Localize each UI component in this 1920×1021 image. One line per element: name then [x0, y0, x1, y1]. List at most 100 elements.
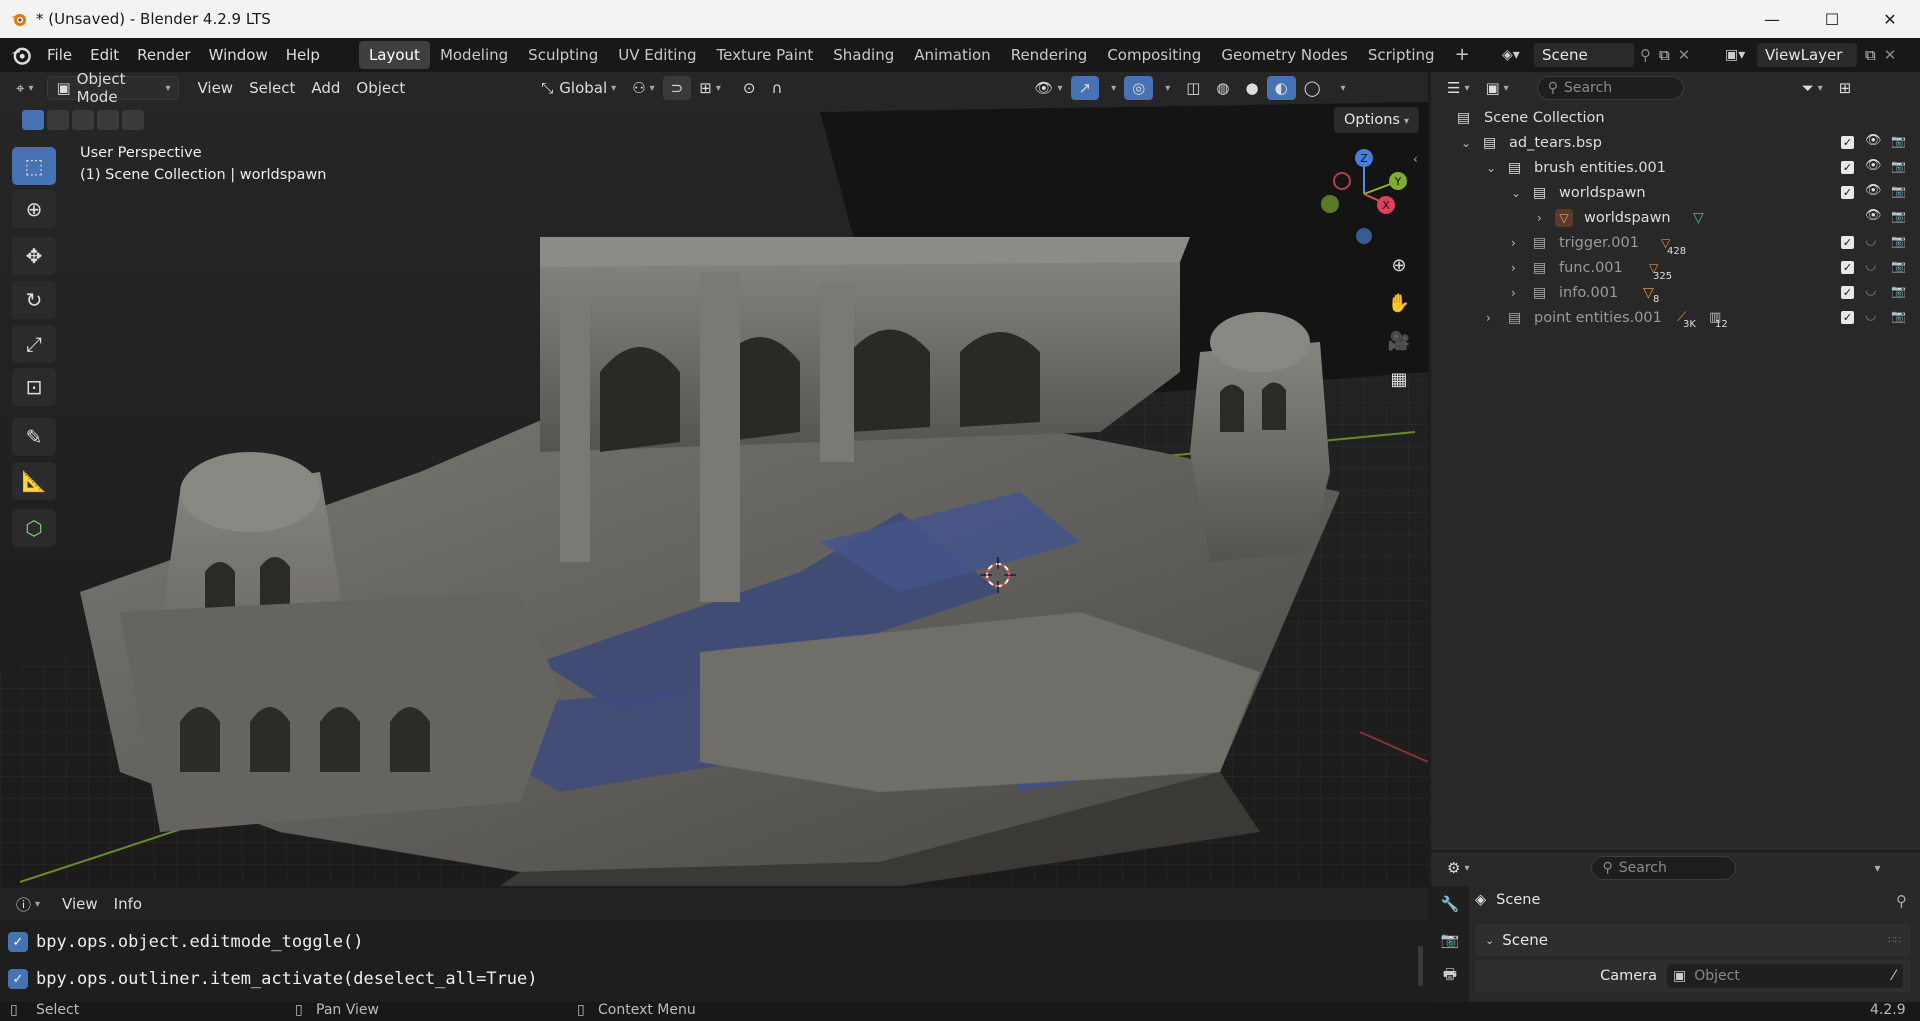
expand-chevron-icon[interactable]: › [1486, 311, 1491, 325]
maximize-button[interactable]: ☐ [1803, 0, 1861, 38]
tab-layout[interactable]: Layout [358, 41, 430, 69]
tab-modeling[interactable]: Modeling [430, 41, 518, 69]
outliner-row[interactable]: ⌄ ▤ brush entities.001 ✓ 👁 📷 [1431, 155, 1920, 180]
annotate-tool-icon[interactable]: ✎ [12, 418, 56, 456]
menu-edit[interactable]: Edit [81, 38, 128, 72]
select-invert-icon[interactable] [97, 110, 119, 130]
add-cube-tool-icon[interactable]: ⬡ [12, 509, 56, 547]
menu-view[interactable]: View [189, 76, 241, 100]
menu-help[interactable]: Help [277, 38, 329, 72]
render-camera-icon[interactable]: 📷 [1891, 184, 1906, 198]
tab-uv-editing[interactable]: UV Editing [608, 41, 706, 69]
overlay-toggle-icon[interactable]: ◎ [1124, 76, 1154, 100]
eye-icon[interactable]: 👁 [1865, 208, 1882, 223]
menu-object[interactable]: Object [348, 76, 413, 100]
render-camera-icon[interactable]: 📷 [1891, 159, 1906, 173]
snap-target-icon[interactable]: ⊞ ▾ [691, 76, 729, 100]
close-button[interactable]: ✕ [1861, 0, 1919, 38]
eye-closed-icon[interactable]: ◡ [1865, 283, 1876, 298]
sidebar-toggle-icon[interactable]: ‹ [1413, 152, 1418, 166]
outliner-row[interactable]: ⌄ ▤ worldspawn ✓ 👁 📷 [1431, 180, 1920, 205]
blender-menu-icon[interactable] [10, 44, 32, 66]
log-line[interactable]: ✓ bpy.ops.object.editmode_toggle() [8, 932, 364, 952]
render-camera-icon[interactable]: 📷 [1891, 284, 1906, 298]
tool-tab-icon[interactable]: 🔧 [1431, 886, 1469, 922]
camera-view-icon[interactable]: 🎥 [1382, 324, 1416, 358]
expand-chevron-icon[interactable]: ⌄ [1511, 186, 1521, 200]
rendered-shading-icon[interactable]: ◯ [1296, 76, 1329, 100]
overlay-options-icon[interactable]: ▾ [1153, 76, 1178, 100]
filter-icon[interactable]: ⏷ ▾ [1794, 76, 1831, 100]
expand-chevron-icon[interactable]: ⌄ [1461, 136, 1471, 150]
delete-scene-icon[interactable]: ✕ [1678, 46, 1691, 64]
exclude-checkbox[interactable]: ✓ [1841, 136, 1854, 149]
new-scene-icon[interactable]: ⧉ [1659, 46, 1670, 64]
navigation-gizmo[interactable]: Z Y X [1316, 144, 1408, 244]
outliner-scene-collection[interactable]: ▤ Scene Collection [1431, 105, 1920, 130]
outliner-search-input[interactable]: ⚲ Search [1536, 76, 1684, 100]
render-camera-icon[interactable]: 📷 [1891, 134, 1906, 148]
zoom-icon[interactable]: ⊕ [1382, 248, 1416, 282]
drag-handle-icon[interactable]: ∷∷ [1888, 935, 1901, 946]
expand-chevron-icon[interactable]: › [1511, 261, 1516, 275]
expand-chevron-icon[interactable]: › [1511, 236, 1516, 250]
gizmo-neg-x[interactable] [1333, 172, 1351, 190]
render-camera-icon[interactable]: 📷 [1891, 209, 1906, 223]
properties-editor-type-icon[interactable]: ⚙ ▾ [1439, 856, 1477, 880]
exclude-checkbox[interactable]: ✓ [1841, 261, 1854, 274]
properties-search-input[interactable]: ⚲ Search [1591, 856, 1737, 880]
view-layer-selector[interactable]: ▣▾ ViewLayer ⧉ ✕ [1725, 43, 1920, 67]
pin-icon[interactable]: ⚲ [1640, 46, 1651, 64]
menu-render[interactable]: Render [128, 38, 199, 72]
proportional-edit-icon[interactable]: ⊙ [735, 76, 764, 100]
visibility-icon[interactable]: 👁 ▾ [1026, 76, 1070, 100]
exclude-checkbox[interactable]: ✓ [1841, 311, 1854, 324]
tab-animation[interactable]: Animation [904, 41, 1000, 69]
select-box-tool-icon[interactable]: ⬚ [12, 147, 56, 185]
3d-viewport[interactable]: User Perspective (1) Scene Collection | … [0, 72, 1428, 886]
select-intersect-icon[interactable] [122, 110, 144, 130]
wireframe-shading-icon[interactable]: ◍ [1208, 76, 1237, 100]
tab-geometry-nodes[interactable]: Geometry Nodes [1211, 41, 1358, 69]
render-camera-icon[interactable]: 📷 [1891, 234, 1906, 248]
view-layer-name[interactable]: ViewLayer [1757, 43, 1857, 67]
eye-icon[interactable]: 👁 [1865, 133, 1882, 148]
select-new-icon[interactable] [22, 110, 44, 130]
pan-hand-icon[interactable]: ✋ [1382, 286, 1416, 320]
render-camera-icon[interactable]: 📷 [1891, 309, 1906, 323]
perspective-toggle-icon[interactable]: ▦ [1382, 362, 1416, 396]
eye-closed-icon[interactable]: ◡ [1865, 308, 1876, 323]
material-preview-shading-icon[interactable]: ◐ [1266, 76, 1296, 100]
mode-dropdown[interactable]: ▣ Object Mode ▾ [47, 70, 180, 106]
scene-name[interactable]: Scene [1534, 43, 1634, 67]
cursor-tool-icon[interactable]: ⊕ [12, 190, 56, 228]
output-tab-icon[interactable]: 🖶 [1431, 958, 1469, 994]
eye-closed-icon[interactable]: ◡ [1865, 258, 1876, 273]
outliner-row[interactable]: › ▤ info.001 ▽ 8 ✓ ◡ 📷 [1431, 280, 1920, 305]
info-scrollbar[interactable] [1418, 946, 1423, 986]
delete-view-layer-icon[interactable]: ✕ [1884, 46, 1897, 64]
tab-scripting[interactable]: Scripting [1358, 41, 1445, 69]
eye-icon[interactable]: 👁 [1865, 158, 1882, 173]
menu-add[interactable]: Add [303, 76, 348, 100]
expand-chevron-icon[interactable]: ⌄ [1486, 161, 1496, 175]
exclude-checkbox[interactable]: ✓ [1841, 161, 1854, 174]
outliner-row[interactable]: › ▤ point entities.001 ⟋ 3K ▥ 12 ✓ ◡ 📷 [1431, 305, 1920, 330]
editor-type-icon[interactable]: ⌖ ▾ [8, 76, 41, 100]
shading-options-icon[interactable]: ▾ [1329, 76, 1354, 100]
display-mode-icon[interactable]: ▣ ▾ [1477, 76, 1516, 100]
select-subtract-icon[interactable] [72, 110, 94, 130]
expand-chevron-icon[interactable]: › [1537, 211, 1542, 225]
exclude-checkbox[interactable]: ✓ [1841, 186, 1854, 199]
expand-chevron-icon[interactable]: › [1511, 286, 1516, 300]
eyedropper-icon[interactable]: ⁄ [1893, 968, 1895, 984]
scene-panel-header[interactable]: ⌄ Scene ∷∷ [1475, 924, 1911, 956]
pin-icon[interactable]: ⚲ [1896, 892, 1907, 910]
menu-window[interactable]: Window [200, 38, 277, 72]
properties-options-icon[interactable]: ▾ [1874, 861, 1880, 875]
gizmo-toggle-icon[interactable]: ↗ [1070, 76, 1100, 100]
snap-toggle-icon[interactable]: ⊃ [662, 76, 692, 100]
select-extend-icon[interactable] [47, 110, 69, 130]
tab-rendering[interactable]: Rendering [1001, 41, 1098, 69]
gizmo-neg-z[interactable] [1356, 228, 1372, 244]
